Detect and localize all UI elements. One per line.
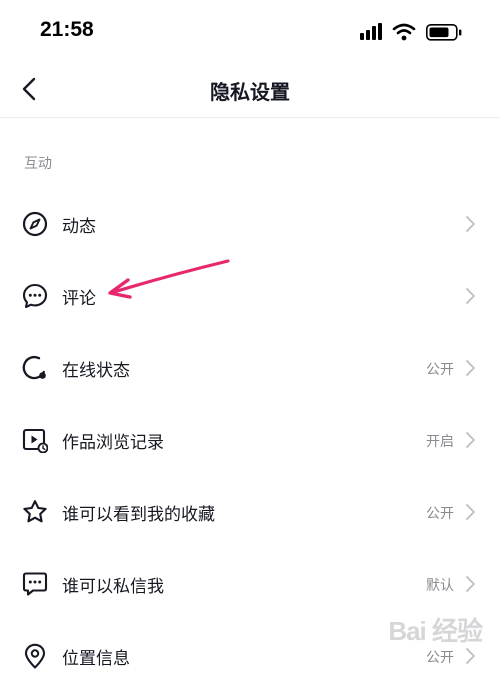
message-icon: [22, 572, 48, 596]
item-value: 公开: [426, 362, 454, 378]
list-item-direct-message[interactable]: 谁可以私信我 默认: [0, 548, 500, 620]
item-value: 开启: [426, 434, 454, 450]
status-icons: [360, 22, 472, 42]
watermark: Bai 经验: [332, 616, 483, 652]
video-history-icon: [22, 428, 48, 453]
status-time: 21:58: [40, 18, 94, 41]
chevron-right-icon: [466, 432, 475, 448]
star-icon: [23, 500, 47, 523]
item-value: 公开: [426, 506, 454, 522]
section-header: 互动: [24, 156, 52, 172]
chevron-right-icon: [466, 288, 475, 304]
nav-bar: 隐私设置: [0, 62, 500, 118]
item-label: 在线状态: [62, 361, 130, 381]
signal-icon: [360, 23, 382, 40]
item-label: 谁可以看到我的收藏: [62, 505, 215, 525]
chevron-right-icon: [466, 504, 475, 520]
chevron-right-icon: [466, 216, 475, 232]
compass-icon: [22, 211, 48, 237]
item-label: 位置信息: [62, 649, 130, 669]
list-item-favorites-visibility[interactable]: 谁可以看到我的收藏 公开: [0, 476, 500, 548]
battery-icon: [426, 24, 462, 41]
item-label: 作品浏览记录: [62, 433, 164, 453]
status-bar: 21:58: [0, 0, 500, 62]
page-title: 隐私设置: [210, 80, 290, 104]
location-pin-icon: [24, 643, 46, 669]
item-value: 默认: [426, 578, 454, 594]
list-item-online-status[interactable]: 在线状态 公开: [0, 332, 500, 404]
watermark-text: Bai 经验: [388, 616, 483, 646]
list-item-comments[interactable]: 评论: [0, 260, 500, 332]
chevron-right-icon: [466, 576, 475, 592]
item-label: 动态: [62, 217, 96, 237]
item-label: 评论: [62, 289, 96, 309]
wifi-icon: [392, 23, 416, 41]
list-item-view-history[interactable]: 作品浏览记录 开启: [0, 404, 500, 476]
chevron-right-icon: [466, 360, 475, 376]
online-status-icon: [22, 355, 46, 380]
comment-bubble-icon: [22, 283, 48, 309]
list-item-dynamics[interactable]: 动态: [0, 188, 500, 260]
item-label: 谁可以私信我: [62, 577, 164, 597]
